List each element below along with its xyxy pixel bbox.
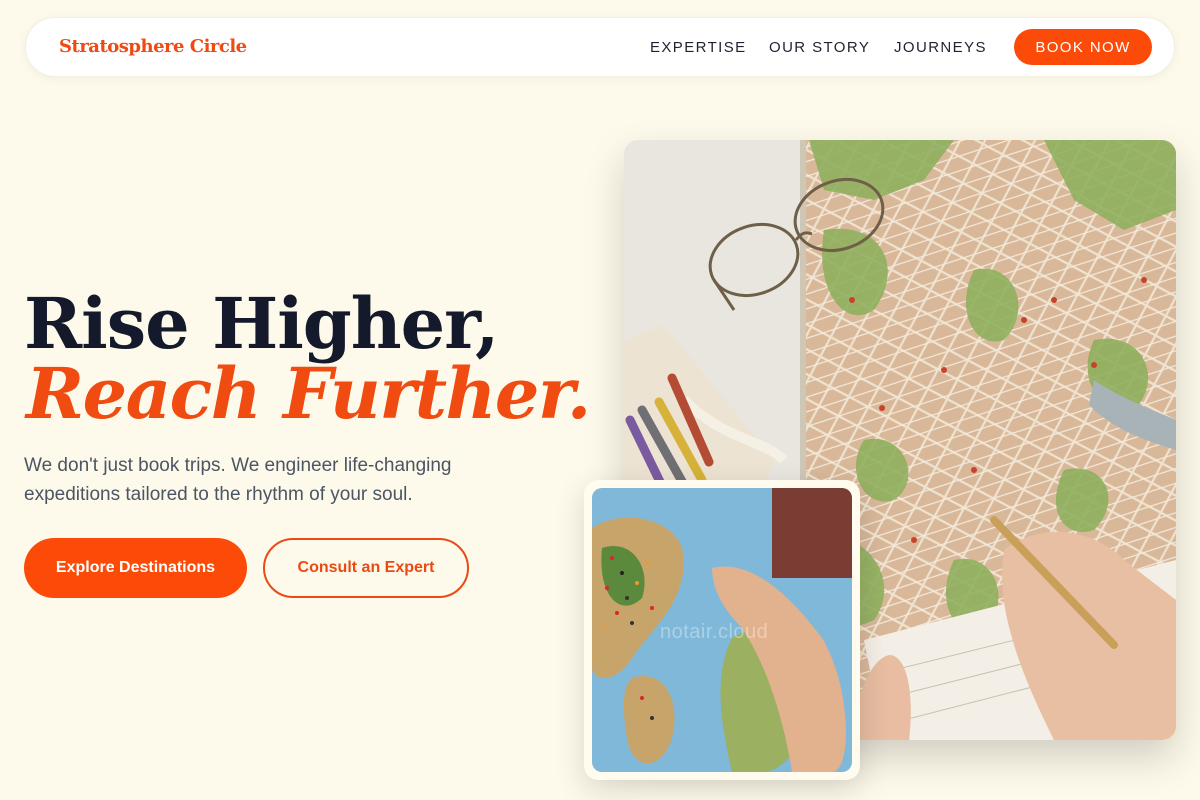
nav-link-expertise[interactable]: EXPERTISE bbox=[650, 39, 747, 56]
nav-link-our-story[interactable]: OUR STORY bbox=[769, 39, 870, 56]
brand-logo[interactable]: Stratosphere Circle bbox=[59, 36, 247, 57]
watermark-text: notair.cloud bbox=[660, 621, 769, 643]
nav-link-journeys[interactable]: JOURNEYS bbox=[894, 39, 987, 56]
explore-destinations-button[interactable]: Explore Destinations bbox=[24, 538, 247, 598]
book-now-button[interactable]: BOOK NOW bbox=[1014, 29, 1152, 65]
hero-subtitle: We don't just book trips. We engineer li… bbox=[24, 455, 452, 505]
navbar: Stratosphere Circle EXPERTISE OUR STORY … bbox=[25, 17, 1175, 77]
consult-expert-button[interactable]: Consult an Expert bbox=[263, 538, 469, 598]
hero-heading-line2: Reach Further. bbox=[26, 352, 591, 435]
